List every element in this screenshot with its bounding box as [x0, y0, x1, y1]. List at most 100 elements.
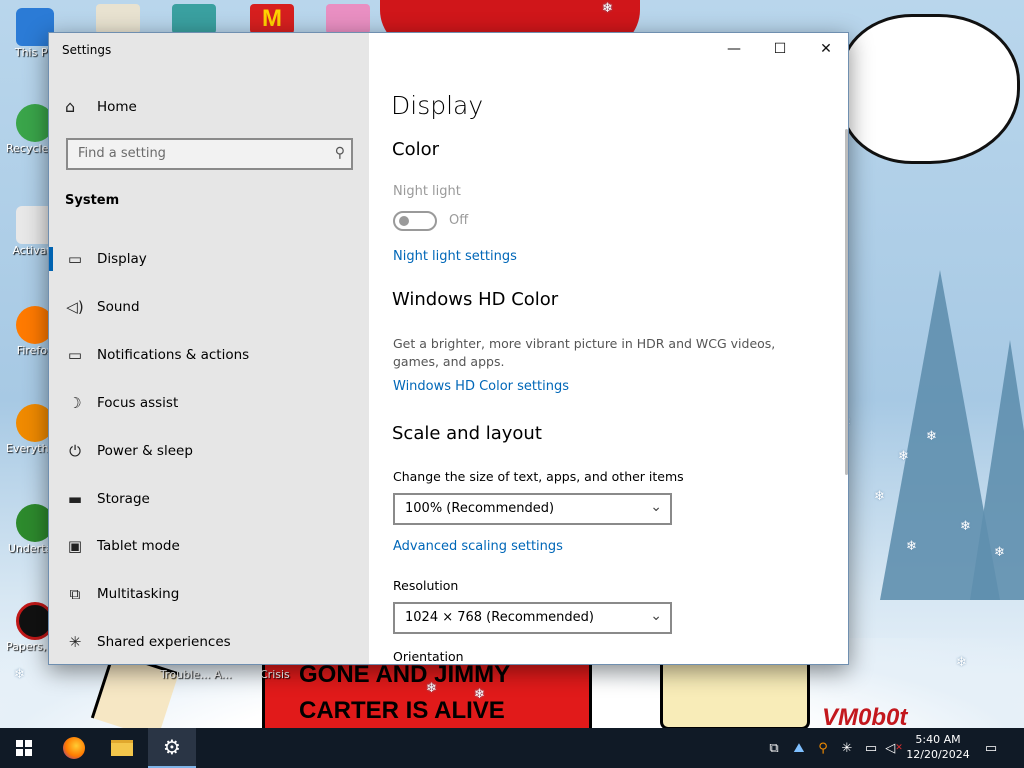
color-heading: Color [392, 139, 439, 160]
night-light-label: Night light [393, 184, 461, 199]
snowflake-graphic: ❄ [14, 667, 25, 682]
snowflake-graphic: ❄ [602, 1, 613, 16]
snowflake-graphic: ❄ [474, 687, 485, 702]
hd-color-settings-link[interactable]: Windows HD Color settings [393, 379, 569, 394]
minimize-icon: — [727, 41, 741, 57]
scale-label: Change the size of text, apps, and other… [393, 469, 684, 484]
nav-item-power-sleep[interactable]: ⏻ Power & sleep [49, 429, 369, 473]
game-shortcut-icon[interactable] [172, 4, 216, 34]
notification-center-icon[interactable]: ▭ [978, 728, 1004, 768]
network-tray-icon[interactable]: ▭ [860, 728, 882, 768]
firefox-taskbar-icon [63, 737, 85, 759]
nav-item-label: Notifications & actions [97, 347, 250, 363]
maximize-button[interactable]: ☐ [757, 33, 803, 65]
system-clock[interactable]: 5:40 AM 12/20/2024 [906, 732, 970, 762]
multitasking-icon: ⧉ [69, 585, 81, 603]
chevron-down-icon: ⌄ [650, 608, 662, 624]
notifications-icon: ▭ [67, 346, 83, 364]
snowflake-graphic: ❄ [426, 681, 437, 696]
nav-section-label: System [65, 193, 120, 208]
minimize-button[interactable]: — [711, 33, 757, 65]
search-icon: ⚲ [334, 145, 345, 161]
banner-text-line1: GONE AND JIMMY [299, 661, 511, 688]
nav-item-notifications[interactable]: ▭ Notifications & actions [49, 333, 369, 377]
find-setting-search[interactable]: Find a setting ⚲ [66, 138, 353, 170]
task-view-tray-icon[interactable]: ⧉ [764, 728, 784, 768]
close-icon: ✕ [820, 41, 832, 57]
page-title: Display [391, 91, 484, 120]
nav-item-label: Tablet mode [97, 538, 180, 554]
mcdonalds-shortcut-icon[interactable]: M [250, 4, 294, 34]
night-light-toggle[interactable] [393, 211, 437, 231]
orientation-label: Orientation [393, 649, 464, 664]
nav-item-label: Storage [97, 491, 150, 507]
clock-time: 5:40 AM [915, 733, 961, 746]
scale-layout-heading: Scale and layout [392, 423, 542, 444]
start-button[interactable] [0, 728, 48, 768]
settings-window: Settings ⌂ Home Find a setting ⚲ System … [48, 32, 849, 665]
tablet-icon: ▣ [67, 537, 83, 555]
nav-item-label: Shared experiences [97, 634, 231, 650]
monitor-icon: ▭ [67, 250, 83, 268]
nav-item-focus-assist[interactable]: ☽ Focus assist [49, 381, 369, 425]
snowflake-graphic: ❄ [926, 429, 937, 444]
settings-taskbar-button[interactable]: ⚙ [148, 728, 196, 768]
hd-color-description: Get a brighter, more vibrant picture in … [393, 336, 776, 369]
snowflake-graphic: ❄ [960, 519, 971, 534]
power-icon: ⏻ [69, 442, 81, 460]
nav-item-display[interactable]: ▭ Display [49, 237, 369, 281]
file-explorer-taskbar-icon [111, 740, 133, 756]
anime-shortcut-icon[interactable] [326, 4, 370, 34]
resolution-value: 1024 × 768 (Recommended) [405, 610, 594, 625]
app-tray-icon[interactable]: ⛰ [788, 728, 810, 768]
nav-item-label: Sound [97, 299, 140, 315]
desktop-icon-label[interactable]: Crisis [260, 668, 290, 681]
desktop-icon-label[interactable]: Trouble... A... [160, 668, 232, 681]
scale-value: 100% (Recommended) [405, 501, 555, 516]
search-tray-icon[interactable]: ⚲ [812, 728, 834, 768]
settings-taskbar-icon: ⚙ [163, 735, 181, 759]
advanced-scaling-link[interactable]: Advanced scaling settings [393, 539, 563, 554]
folder-shortcut-icon[interactable] [96, 4, 140, 34]
hd-color-heading: Windows HD Color [392, 289, 559, 310]
sparkle-tray-icon[interactable]: ✳ [836, 728, 858, 768]
search-placeholder: Find a setting [78, 146, 166, 161]
wallpaper-signature: VM0b0t [822, 704, 908, 728]
night-light-settings-link[interactable]: Night light settings [393, 249, 517, 264]
toggle-knob [399, 216, 409, 226]
start-icon [16, 740, 32, 756]
settings-content-pane: Display Color Night light Off Night ligh… [369, 33, 848, 664]
clock-date: 12/20/2024 [906, 748, 970, 761]
nav-item-storage[interactable]: ▬ Storage [49, 477, 369, 521]
nav-home[interactable]: ⌂ Home [65, 97, 137, 116]
nav-item-label: Focus assist [97, 395, 179, 411]
snowflake-graphic: ❄ [994, 545, 1005, 560]
settings-nav-pane: Settings ⌂ Home Find a setting ⚲ System … [49, 33, 369, 664]
maximize-icon: ☐ [773, 41, 787, 57]
storage-icon: ▬ [67, 490, 83, 508]
nav-item-sound[interactable]: ◁) Sound [49, 285, 369, 329]
content-scrollbar[interactable] [845, 129, 848, 475]
night-light-state: Off [449, 213, 469, 228]
resolution-dropdown[interactable]: 1024 × 768 (Recommended) ⌄ [393, 602, 672, 634]
nav-item-multitasking[interactable]: ⧉ Multitasking [49, 572, 369, 616]
shared-experiences-icon: ✳ [68, 633, 82, 651]
snowflake-graphic: ❄ [956, 655, 967, 670]
close-button[interactable]: ✕ [803, 33, 848, 65]
file-explorer-taskbar-button[interactable] [98, 728, 146, 768]
firefox-taskbar-button[interactable] [50, 728, 98, 768]
window-title: Settings [62, 43, 112, 57]
snowflake-graphic: ❄ [906, 539, 917, 554]
taskbar: ⚙ ⧉ ⛰ ⚲ ✳ ▭ ◁ ✕ 5:40 AM 12/20/2024 ▭ [0, 728, 1024, 768]
nav-item-tablet-mode[interactable]: ▣ Tablet mode [49, 524, 369, 568]
scale-dropdown[interactable]: 100% (Recommended) ⌄ [393, 493, 672, 525]
pine-tree-graphic [970, 340, 1024, 600]
nav-item-shared-experiences[interactable]: ✳ Shared experiences [49, 620, 369, 664]
home-icon: ⌂ [65, 97, 76, 116]
chevron-down-icon: ⌄ [650, 499, 662, 515]
nav-item-label: Display [97, 251, 147, 267]
snowflake-graphic: ❄ [874, 489, 885, 504]
volume-muted-icon[interactable]: ◁ ✕ [884, 728, 904, 768]
speech-bubble-graphic [840, 14, 1020, 164]
nav-home-label: Home [97, 98, 137, 115]
